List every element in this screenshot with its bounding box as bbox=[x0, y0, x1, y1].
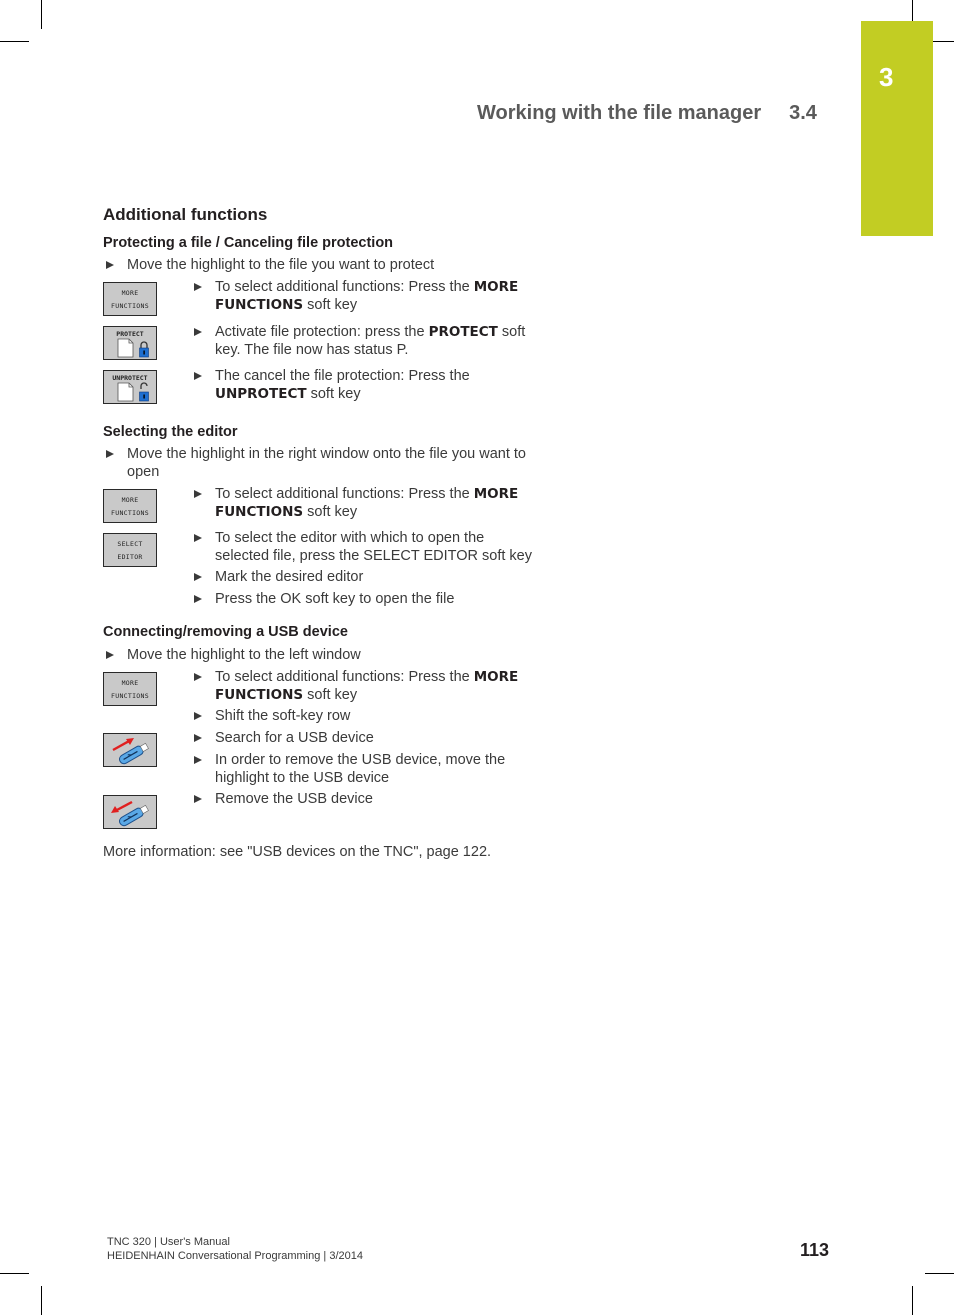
usb-connect-icon bbox=[112, 738, 149, 765]
page-heading: Additional functions bbox=[103, 205, 268, 224]
bullet-triangle-icon bbox=[106, 261, 114, 269]
step-item: To select the editor with which to open … bbox=[194, 529, 532, 565]
footer-line-1: TNC 320 | User's Manual bbox=[107, 1236, 230, 1248]
lock-closed-icon bbox=[117, 338, 149, 358]
more-info-text: More information: see "USB devices on th… bbox=[103, 844, 492, 860]
step-item: Press the OK soft key to open the file bbox=[194, 590, 454, 608]
more-functions-softkey[interactable]: MORE FUNCTIONS bbox=[103, 489, 157, 523]
step-item: Move the highlight to the left window bbox=[106, 646, 361, 664]
running-head: Working with the file manager 3.4 bbox=[477, 102, 817, 125]
step-item: To select additional functions: Press th… bbox=[194, 485, 518, 521]
running-head-title: Working with the file manager bbox=[477, 102, 762, 124]
step-item: Move the highlight to the file you want … bbox=[106, 256, 434, 274]
bullet-triangle-icon bbox=[194, 795, 202, 803]
crop-mark bbox=[0, 1273, 29, 1274]
bullet-triangle-icon bbox=[106, 651, 114, 659]
crop-mark bbox=[925, 1273, 954, 1274]
more-functions-softkey[interactable]: MORE FUNCTIONS bbox=[103, 672, 157, 706]
bullet-triangle-icon bbox=[194, 734, 202, 742]
page-number: 113 bbox=[800, 1240, 830, 1260]
chapter-number: 3 bbox=[879, 62, 894, 92]
chapter-tab: 3 bbox=[861, 21, 933, 236]
step-item: Remove the USB device bbox=[194, 790, 373, 808]
protect-softkey[interactable]: PROTECT bbox=[103, 326, 157, 360]
section-number: 3.4 bbox=[789, 102, 817, 124]
crop-mark bbox=[912, 1286, 913, 1315]
section-heading-editor: Selecting the editor bbox=[103, 424, 238, 440]
select-editor-softkey[interactable]: SELECT EDITOR bbox=[103, 533, 157, 567]
lock-open-icon bbox=[117, 382, 149, 402]
footer: TNC 320 | User's Manual HEIDENHAIN Conve… bbox=[107, 1235, 363, 1263]
bullet-triangle-icon bbox=[194, 756, 202, 764]
bullet-triangle-icon bbox=[194, 573, 202, 581]
crop-mark bbox=[41, 1286, 42, 1315]
step-item: To select additional functions: Press th… bbox=[194, 668, 518, 704]
step-item: Mark the desired editor bbox=[194, 568, 363, 586]
footer-line-2: HEIDENHAIN Conversational Programming | … bbox=[107, 1250, 363, 1262]
usb-remove-softkey[interactable] bbox=[103, 795, 157, 829]
section-heading-usb: Connecting/removing a USB device bbox=[103, 624, 348, 640]
more-functions-softkey[interactable]: MORE FUNCTIONS bbox=[103, 282, 157, 316]
step-item: Shift the soft-key row bbox=[194, 707, 350, 725]
bullet-triangle-icon bbox=[194, 534, 202, 542]
step-item: Move the highlight in the right window o… bbox=[106, 445, 526, 481]
bullet-triangle-icon bbox=[194, 490, 202, 498]
step-item: To select additional functions: Press th… bbox=[194, 278, 518, 314]
bullet-triangle-icon bbox=[194, 328, 202, 336]
bullet-triangle-icon bbox=[194, 595, 202, 603]
bullet-triangle-icon bbox=[106, 450, 114, 458]
crop-mark bbox=[933, 41, 954, 42]
step-item: The cancel the file protection: Press th… bbox=[194, 367, 470, 403]
section-heading-protect: Protecting a file / Canceling file prote… bbox=[103, 235, 394, 251]
unprotect-softkey[interactable]: UNPROTECT bbox=[103, 370, 157, 404]
step-item: Activate file protection: press the PROT… bbox=[194, 323, 525, 359]
crop-mark bbox=[912, 0, 913, 21]
usb-remove-icon bbox=[111, 800, 149, 827]
step-item: In order to remove the USB device, move … bbox=[194, 751, 505, 787]
bullet-triangle-icon bbox=[194, 673, 202, 681]
bullet-triangle-icon bbox=[194, 283, 202, 291]
usb-search-softkey[interactable] bbox=[103, 733, 157, 767]
step-item: Search for a USB device bbox=[194, 729, 374, 747]
crop-mark bbox=[0, 41, 29, 42]
bullet-triangle-icon bbox=[194, 372, 202, 380]
crop-mark bbox=[41, 0, 42, 29]
bullet-triangle-icon bbox=[194, 712, 202, 720]
